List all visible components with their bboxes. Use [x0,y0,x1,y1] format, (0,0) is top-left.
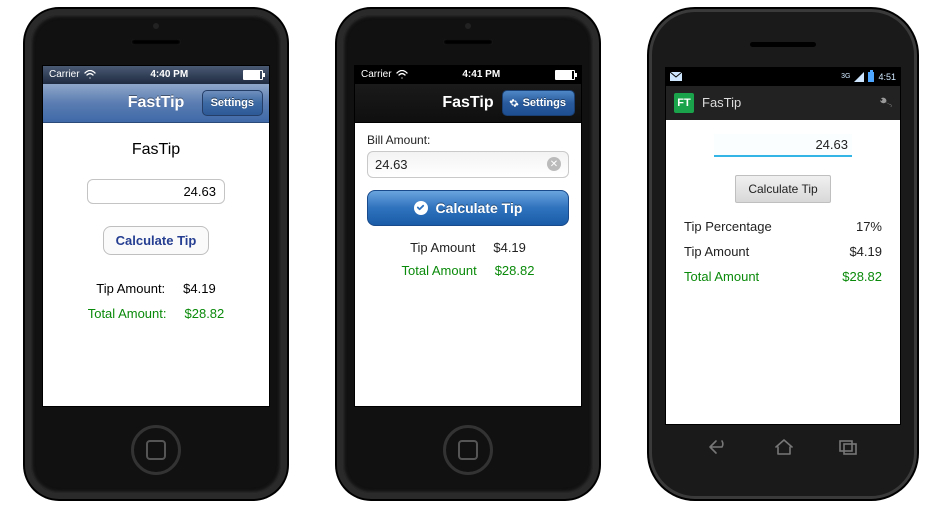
nav-title: FasTip [442,94,493,112]
camera-dot-icon [465,23,471,29]
clock-label: 4:41 PM [408,69,555,80]
bill-amount-label: Bill Amount: [367,133,569,147]
tip-amount-label: Tip Amount: [96,281,165,296]
tip-percentage-value: 17% [856,219,882,234]
settings-button[interactable]: Settings [502,90,575,116]
tip-amount-value: $4.19 [493,240,526,255]
wifi-icon [84,70,96,79]
camera-dot-icon [153,23,159,29]
total-amount-value: $28.82 [842,269,882,284]
home-button[interactable] [131,425,181,475]
app-logo-icon: FT [674,93,694,113]
bill-input[interactable]: 24.63 ✕ [367,151,569,178]
bill-input[interactable]: 24.63 [714,134,852,157]
total-amount-label: Total Amount [402,263,477,278]
battery-icon [555,70,575,80]
content: 24.63 Calculate Tip Tip Percentage 17% T… [666,120,900,424]
page-title: FasTip [43,141,269,159]
screen: 3G 4:51 FT FasTip 24.63 [665,67,901,425]
screen: Carrier 4:41 PM FasTip Settings Bill Amo… [354,65,582,407]
calculate-button-label: Calculate Tip [436,200,523,216]
android-device: 3G 4:51 FT FasTip 24.63 [649,9,917,499]
checkmark-icon [414,201,428,215]
carrier-label: Carrier [361,69,392,80]
status-bar: 3G 4:51 [666,68,900,86]
bill-input-value: 24.63 [375,157,547,172]
status-bar: Carrier 4:40 PM [43,66,269,84]
recent-key-icon[interactable] [838,439,858,455]
app-name: FasTip [702,95,741,110]
status-bar: Carrier 4:41 PM [355,66,581,84]
total-amount-value: $28.82 [495,263,535,278]
clear-input-icon[interactable]: ✕ [547,157,561,171]
wrench-icon[interactable] [874,92,895,113]
earpiece-icon [443,39,493,45]
calculate-button[interactable]: Calculate Tip [735,175,830,203]
gear-icon [509,98,519,108]
clock-label: 4:40 PM [96,69,243,80]
total-amount-label: Total Amount [684,269,759,284]
home-key-icon[interactable] [774,439,794,455]
bill-input[interactable]: 24.63 [87,179,225,204]
settings-button[interactable]: Settings [202,90,263,116]
tip-amount-value: $4.19 [183,281,216,296]
iphone-device-dark: Carrier 4:41 PM FasTip Settings Bill Amo… [337,9,599,499]
settings-button-label: Settings [211,97,254,109]
calculate-button[interactable]: Calculate Tip [367,190,569,226]
battery-icon [243,70,263,80]
wifi-icon [396,70,408,79]
carrier-label: Carrier [49,69,80,80]
earpiece-icon [131,39,181,45]
system-nav-bar [708,439,858,455]
calculate-button[interactable]: Calculate Tip [103,226,210,255]
nav-title: FastTip [128,94,185,112]
tip-amount-label: Tip Amount [684,244,749,259]
content: Bill Amount: 24.63 ✕ Calculate Tip Tip A… [355,123,581,406]
iphone-device-old: Carrier 4:40 PM FastTip Settings FasTip … [25,9,287,499]
nav-bar: FastTip Settings [43,84,269,123]
battery-icon [868,72,874,82]
signal-icon [854,72,864,82]
home-button[interactable] [443,425,493,475]
tip-amount-label: Tip Amount [410,240,475,255]
settings-button-label: Settings [523,97,566,109]
content: FasTip 24.63 Calculate Tip Tip Amount: $… [43,123,269,406]
network-label: 3G [841,73,850,80]
total-amount-label: Total Amount: [88,306,167,321]
action-bar: FT FasTip [666,86,900,120]
tip-amount-value: $4.19 [849,244,882,259]
earpiece-icon [750,42,816,47]
clock-label: 4:51 [878,72,896,82]
back-key-icon[interactable] [708,439,730,455]
screen: Carrier 4:40 PM FastTip Settings FasTip … [42,65,270,407]
tip-percentage-label: Tip Percentage [684,219,772,234]
total-amount-value: $28.82 [185,306,225,321]
nav-bar: FasTip Settings [355,84,581,123]
mail-icon [670,72,682,81]
